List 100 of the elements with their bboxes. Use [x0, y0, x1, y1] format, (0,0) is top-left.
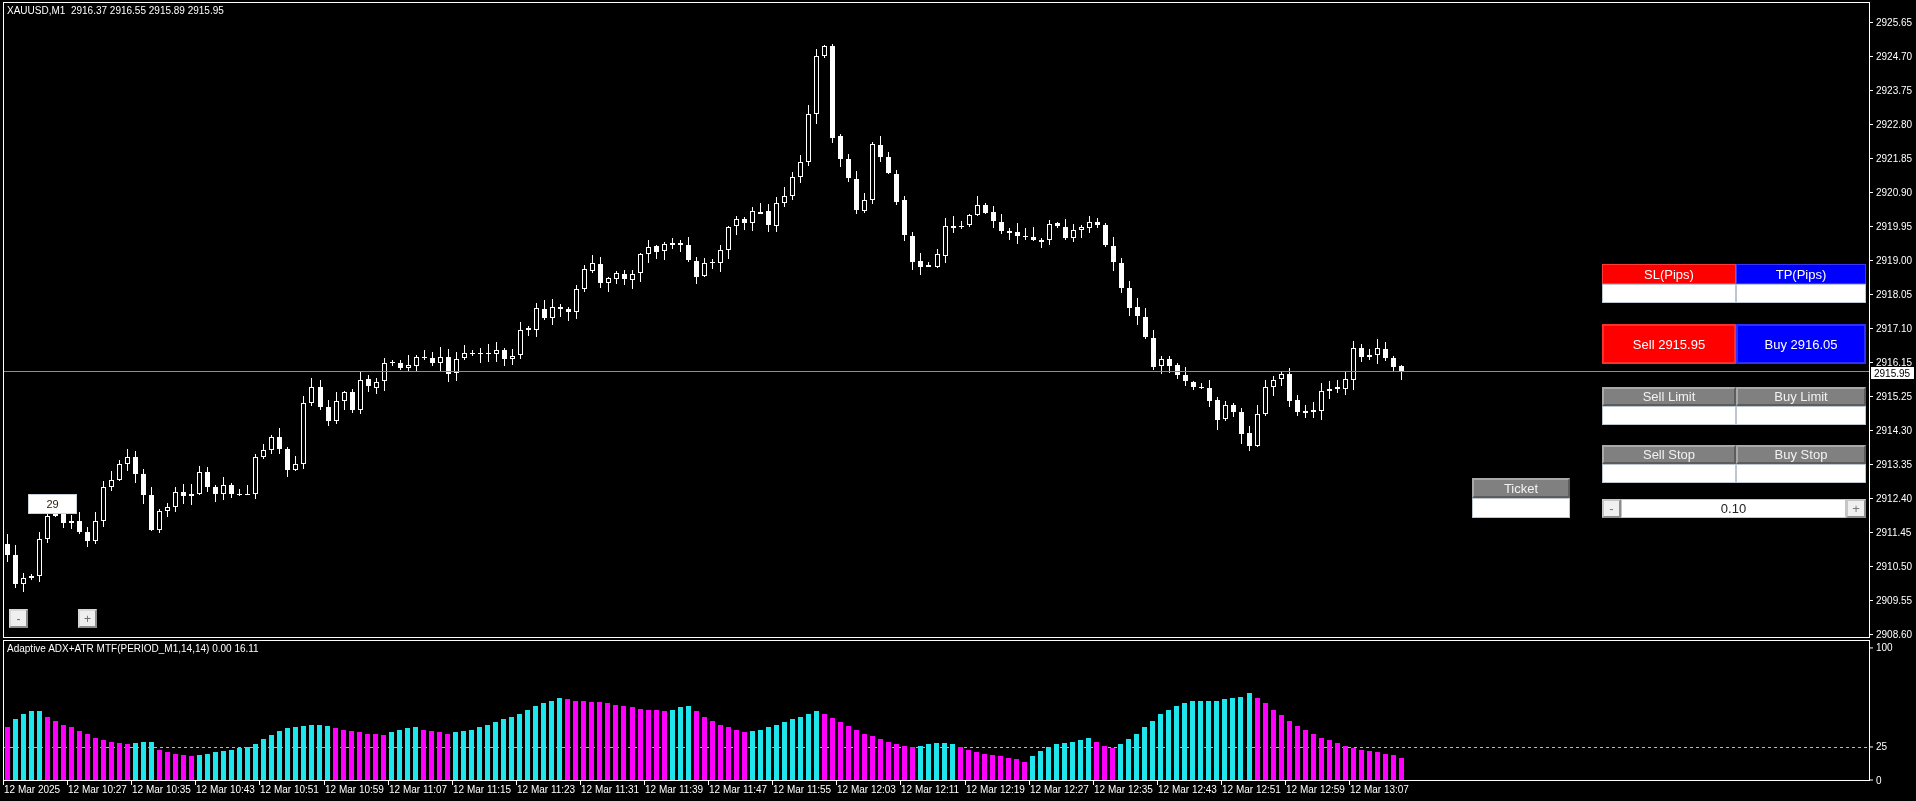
histogram-bar: [861, 733, 867, 780]
price-axis-label: 2918.05: [1876, 288, 1913, 300]
histogram-bar: [236, 748, 242, 780]
histogram-bar: [1302, 729, 1308, 780]
price-axis-label: 2916.15: [1876, 356, 1913, 368]
lot-increase-button[interactable]: +: [1846, 499, 1866, 518]
price-axis-label: 2919.00: [1876, 254, 1913, 266]
ticket-field[interactable]: [1472, 498, 1570, 518]
input-field[interactable]: [1736, 406, 1866, 425]
histogram-bar: [389, 732, 395, 780]
histogram-bar: [869, 736, 875, 780]
histogram-bar: [60, 724, 66, 780]
histogram-bar: [661, 711, 667, 780]
histogram-bar: [325, 725, 330, 780]
histogram-bar: [1134, 733, 1140, 780]
time-axis-label: 12 Mar 11:15: [453, 783, 512, 795]
histogram-bar: [317, 724, 322, 780]
histogram-bar: [100, 740, 106, 780]
histogram-bar: [701, 716, 707, 780]
histogram-bar: [1342, 745, 1348, 780]
histogram-bar: [733, 729, 739, 780]
histogram-bar: [982, 753, 988, 780]
histogram-bar: [877, 739, 883, 780]
histogram-bar: [1062, 743, 1068, 780]
time-axis-label: 12 Mar 12:27: [1030, 783, 1089, 795]
price-axis-label: 2912.40: [1876, 492, 1913, 504]
histogram-bar: [1286, 720, 1292, 780]
bid-price-label: 2915.95: [1871, 367, 1914, 379]
histogram-bar: [397, 729, 403, 780]
histogram-bar: [44, 716, 50, 780]
histogram-bar: [292, 727, 298, 780]
histogram-bar: [1038, 750, 1044, 780]
pending-order-button[interactable]: Buy Stop: [1736, 445, 1866, 464]
field-label: SL(Pips): [1602, 264, 1736, 284]
histogram-bar: [1070, 741, 1076, 780]
histogram-bar: [909, 747, 915, 780]
time-axis-label: 12 Mar 12:03: [837, 783, 896, 795]
histogram-bar: [1366, 750, 1372, 780]
pending-order-button[interactable]: Sell Limit: [1602, 387, 1736, 406]
price-axis-label: 2919.95: [1876, 220, 1913, 232]
histogram-bar: [525, 710, 531, 780]
histogram-bar: [509, 716, 515, 780]
input-field[interactable]: [1602, 406, 1736, 425]
input-field[interactable]: [1602, 284, 1736, 303]
histogram-bar: [717, 724, 723, 780]
histogram-bar: [653, 710, 659, 780]
histogram-bar: [645, 710, 651, 780]
lot-size-field[interactable]: 0.10: [1621, 499, 1846, 518]
order-button[interactable]: Buy 2916.05: [1736, 324, 1866, 364]
time-axis-label: 12 Mar 10:43: [196, 783, 255, 795]
histogram-bar: [445, 733, 451, 780]
pending-order-button[interactable]: Buy Limit: [1736, 387, 1866, 406]
input-field[interactable]: [1736, 284, 1866, 303]
price-axis-label: 2920.90: [1876, 186, 1913, 198]
histogram-bar: [12, 719, 18, 780]
input-field[interactable]: [1736, 464, 1866, 483]
histogram-bar: [1030, 756, 1036, 780]
chart-button[interactable]: -: [9, 609, 28, 628]
time-axis-label: 12 Mar 11:23: [517, 783, 576, 795]
histogram-bar: [268, 735, 274, 780]
histogram-bar: [1374, 752, 1380, 780]
histogram-bar: [172, 753, 178, 780]
histogram-bar: [84, 733, 90, 780]
price-axis-label: 2911.45: [1876, 526, 1912, 538]
histogram-bar: [220, 750, 226, 780]
indicator-axis-label: 25: [1876, 741, 1888, 753]
chart-button[interactable]: +: [78, 609, 97, 628]
histogram-bar: [260, 739, 266, 780]
histogram-bar: [365, 733, 371, 780]
histogram-bar: [1054, 744, 1060, 780]
histogram-bar: [140, 741, 146, 780]
histogram-bar: [893, 744, 899, 780]
histogram-bar: [461, 731, 467, 780]
histogram-bar: [637, 708, 643, 780]
histogram-bar: [501, 719, 507, 780]
histogram-bar: [252, 744, 258, 780]
indicator-title: Adaptive ADX+ATR MTF(PERIOD_M1,14,14) 0.00 16.11: [7, 643, 259, 655]
lot-decrease-button[interactable]: -: [1602, 499, 1621, 518]
histogram-bar: [244, 747, 250, 780]
histogram-bar: [797, 716, 803, 780]
input-field[interactable]: [1602, 464, 1736, 483]
order-button[interactable]: Sell 2915.95: [1602, 324, 1736, 364]
histogram-bar: [1014, 758, 1020, 780]
histogram-bar: [1022, 761, 1028, 780]
histogram-bar: [917, 745, 923, 780]
price-axis-label: 2921.85: [1876, 152, 1913, 164]
histogram-bar: [421, 729, 427, 780]
price-axis-label: 2925.65: [1876, 16, 1913, 28]
pending-order-button[interactable]: Sell Stop: [1602, 445, 1736, 464]
histogram-bar: [52, 720, 58, 780]
histogram-bar: [28, 711, 34, 780]
price-axis-label: 2909.55: [1876, 594, 1913, 606]
histogram-bar: [669, 710, 675, 780]
histogram-bar: [228, 749, 234, 780]
time-axis-label: 12 Mar 11:07: [389, 783, 448, 795]
histogram-bar: [1318, 737, 1324, 780]
histogram-bar: [789, 719, 795, 780]
histogram-bar: [68, 727, 74, 780]
histogram-bar: [517, 713, 523, 780]
histogram-bar: [853, 729, 859, 780]
